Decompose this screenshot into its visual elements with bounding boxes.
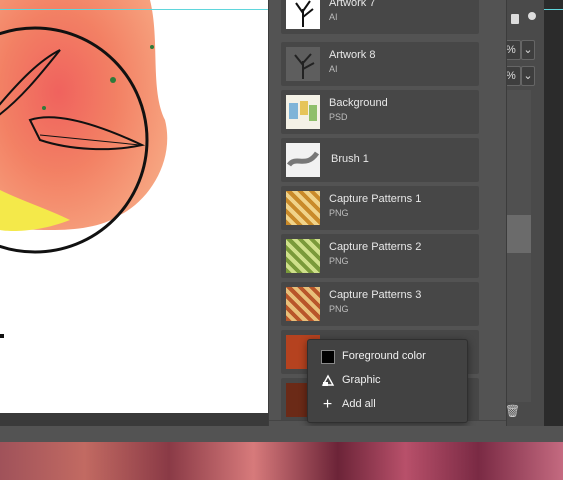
- layer-list: [507, 90, 531, 402]
- percent-field-2[interactable]: %: [505, 66, 521, 86]
- add-icon: +: [322, 396, 333, 413]
- graphic-icon: [321, 374, 335, 387]
- chevron-down-icon[interactable]: ⌄: [521, 66, 535, 86]
- pattern-thumbnail: [286, 287, 320, 321]
- background-image-strip: [0, 442, 563, 480]
- document-canvas[interactable]: [0, 0, 278, 413]
- status-strip: [0, 426, 563, 442]
- percent-field-1[interactable]: %: [505, 40, 521, 60]
- item-type: AI: [329, 12, 338, 22]
- menu-item-graphic[interactable]: Graphic: [308, 370, 467, 392]
- library-item[interactable]: Capture Patterns 3 PNG: [281, 282, 479, 326]
- item-type: PSD: [329, 112, 348, 122]
- menu-item-add-all[interactable]: + Add all: [308, 394, 467, 416]
- item-name: Brush 1: [331, 153, 369, 165]
- menu-item-foreground-color[interactable]: Foreground color: [308, 346, 467, 368]
- library-item[interactable]: Capture Patterns 2 PNG: [281, 234, 479, 278]
- menu-item-label: Graphic: [342, 374, 381, 386]
- library-item[interactable]: Artwork 8 AI: [281, 42, 479, 86]
- item-type: AI: [329, 64, 338, 74]
- background-thumbnail: [286, 95, 320, 129]
- item-type: PNG: [329, 256, 349, 266]
- pattern-thumbnail: [286, 239, 320, 273]
- document-icon[interactable]: [511, 14, 519, 24]
- item-name: Artwork 8: [329, 49, 376, 61]
- library-item[interactable]: Artwork 7 AI: [281, 0, 479, 34]
- artwork-thumbnail: [286, 0, 320, 29]
- item-name: Capture Patterns 1: [329, 193, 422, 205]
- item-name: Capture Patterns 3: [329, 289, 422, 301]
- menu-item-label: Foreground color: [342, 350, 426, 362]
- canvas-artwork: [0, 0, 168, 338]
- chevron-down-icon[interactable]: ⌄: [521, 40, 535, 60]
- pattern-thumbnail: [286, 191, 320, 225]
- item-name: Artwork 7: [329, 0, 376, 9]
- library-item[interactable]: Brush 1: [281, 138, 479, 182]
- item-name: Background: [329, 97, 388, 109]
- library-item[interactable]: Capture Patterns 1 PNG: [281, 186, 479, 230]
- add-content-menu: Foreground color Graphic + Add all: [307, 339, 468, 423]
- item-name: Capture Patterns 2: [329, 241, 422, 253]
- artwork-thumbnail: [286, 47, 320, 81]
- menu-item-label: Add all: [342, 398, 376, 410]
- library-item[interactable]: Background PSD: [281, 90, 479, 134]
- trash-icon[interactable]: 🗑: [505, 404, 527, 420]
- selected-layer[interactable]: [507, 215, 531, 253]
- item-type: PNG: [329, 304, 349, 314]
- toggle-icon[interactable]: [528, 12, 536, 20]
- brush-thumbnail: [286, 143, 320, 177]
- canvas-scroll-area: [0, 413, 278, 426]
- foreground-color-icon: [321, 350, 335, 364]
- item-type: PNG: [329, 208, 349, 218]
